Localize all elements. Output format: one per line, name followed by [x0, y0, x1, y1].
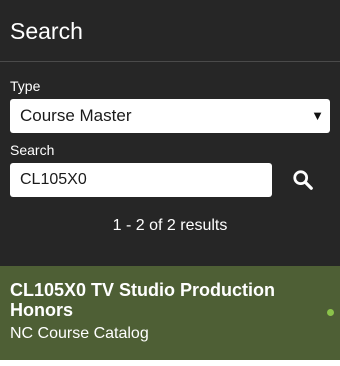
search-label: Search	[10, 142, 55, 158]
caret-down-icon: ▼	[311, 108, 324, 123]
result-item[interactable]: CL105X0 TV Studio Production Honors NC C…	[0, 266, 340, 360]
search-row	[10, 163, 330, 197]
search-panel: Search Type Course Master ▼ Search 1 - 2…	[0, 0, 340, 366]
type-label: Type	[10, 78, 41, 94]
status-dot	[327, 309, 334, 316]
results-summary: 1 - 2 of 2 results	[112, 217, 228, 234]
bottom-divider	[0, 360, 340, 366]
search-button[interactable]	[286, 163, 320, 197]
type-select[interactable]: Course Master ▼	[10, 99, 330, 133]
panel-title: Search	[10, 18, 83, 44]
result-title: CL105X0 TV Studio Production Honors	[10, 280, 276, 320]
result-subtitle: NC Course Catalog	[10, 325, 149, 342]
search-icon	[293, 170, 313, 190]
type-select-value: Course Master	[20, 106, 132, 125]
search-form: Type Course Master ▼ Search 1 - 2 of 2 r…	[0, 62, 340, 235]
search-input[interactable]	[10, 163, 272, 197]
panel-header: Search	[0, 0, 340, 62]
